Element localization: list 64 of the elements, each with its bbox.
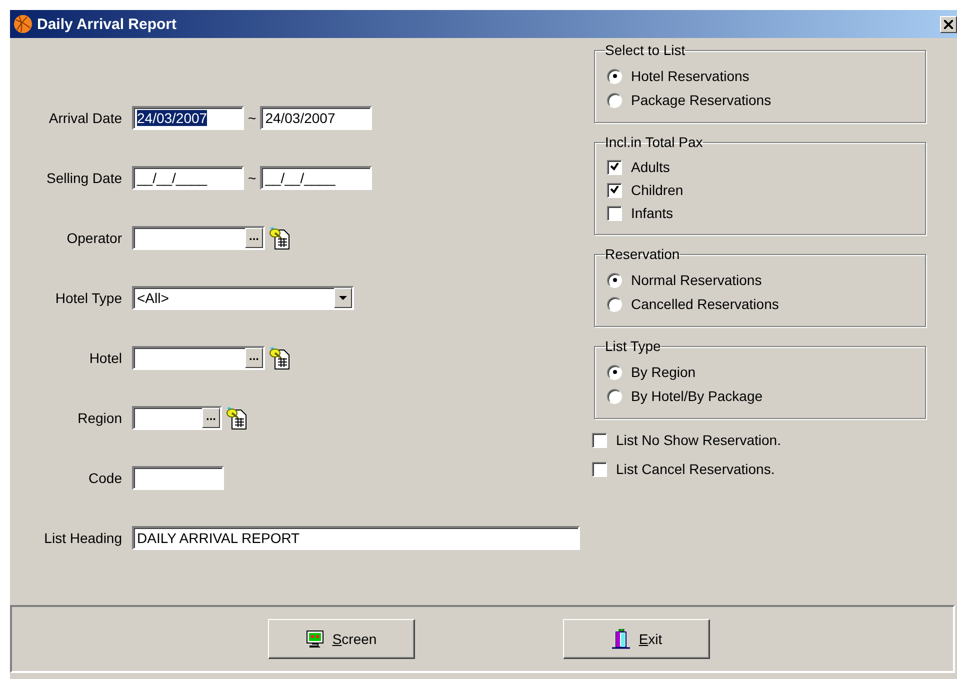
- range-separator: ~: [248, 110, 256, 126]
- date-field[interactable]: __/__/____: [260, 166, 372, 190]
- group-title: Select to List: [605, 42, 686, 58]
- radio-button[interactable]: [607, 68, 622, 84]
- option-label: Children: [631, 182, 684, 198]
- document-hand-icon[interactable]: [226, 406, 248, 430]
- browse-button[interactable]: ...: [245, 348, 263, 368]
- group-title: List Type: [605, 338, 661, 354]
- browse-button[interactable]: ...: [202, 408, 220, 428]
- date-field[interactable]: 24/03/2007: [132, 106, 244, 130]
- screen-button[interactable]: Screen: [268, 619, 415, 659]
- checkbox[interactable]: [592, 462, 607, 476]
- range-separator: ~: [248, 170, 256, 186]
- option-label: Package Reservations: [631, 92, 772, 108]
- field-label: Code: [88, 470, 122, 486]
- document-hand-icon[interactable]: [269, 226, 291, 250]
- dropdown-field[interactable]: <All>: [132, 286, 354, 310]
- group-title: Incl.in Total Pax: [605, 134, 703, 150]
- dropdown-button[interactable]: [334, 288, 352, 308]
- checkbox[interactable]: [607, 160, 622, 174]
- field-label: Selling Date: [46, 170, 122, 186]
- field-label: List Heading: [44, 530, 122, 546]
- door-icon: [610, 629, 631, 649]
- input-field[interactable]: [132, 466, 224, 490]
- lookup-field[interactable]: ...: [132, 346, 265, 370]
- radio-button[interactable]: [607, 92, 622, 108]
- option-label: Normal Reservations: [631, 272, 762, 288]
- group-title: Reservation: [605, 246, 680, 262]
- close-button[interactable]: [940, 16, 957, 32]
- field-label: Operator: [66, 230, 122, 246]
- option-label: Hotel Reservations: [631, 68, 750, 84]
- date-field[interactable]: 24/03/2007: [260, 106, 372, 130]
- option-label: Adults: [631, 159, 670, 175]
- check-icon: [610, 163, 619, 171]
- window-title: Daily Arrival Report: [37, 16, 176, 32]
- close-icon: [944, 20, 953, 28]
- radio-button[interactable]: [607, 296, 622, 312]
- monitor-icon: [306, 630, 324, 648]
- option-label: Infants: [631, 205, 674, 221]
- input-field[interactable]: DAILY ARRIVAL REPORT: [132, 526, 580, 550]
- option-label: By Region: [631, 364, 696, 380]
- check-icon: [610, 186, 619, 194]
- option-label: List Cancel Reservations.: [616, 461, 775, 477]
- option-label: List No Show Reservation.: [616, 432, 781, 448]
- browse-button[interactable]: ...: [245, 228, 263, 248]
- caret-icon: [339, 296, 347, 300]
- field-label: Hotel: [89, 350, 122, 366]
- checkbox[interactable]: [607, 182, 622, 198]
- radio-button[interactable]: [607, 388, 622, 404]
- field-label: Region: [78, 410, 122, 426]
- ball-icon: [13, 14, 33, 34]
- lookup-field[interactable]: ...: [132, 226, 265, 250]
- document-hand-icon[interactable]: [269, 346, 291, 370]
- field-label: Hotel Type: [55, 290, 122, 306]
- date-field[interactable]: __/__/____: [132, 166, 244, 190]
- radio-button[interactable]: [607, 364, 622, 380]
- lookup-field[interactable]: ...: [132, 406, 222, 430]
- field-label: Arrival Date: [48, 110, 122, 126]
- option-label: Cancelled Reservations: [631, 296, 779, 312]
- exit-button[interactable]: Exit: [563, 619, 710, 659]
- option-label: By Hotel/By Package: [631, 388, 763, 404]
- radio-button[interactable]: [607, 272, 622, 288]
- checkbox[interactable]: [592, 432, 607, 448]
- checkbox[interactable]: [607, 206, 622, 220]
